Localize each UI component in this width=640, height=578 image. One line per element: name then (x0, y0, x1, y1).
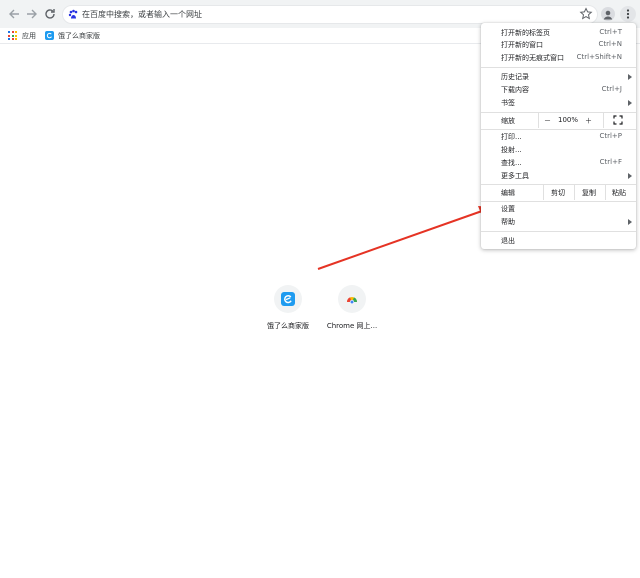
menu-separator (481, 201, 636, 202)
copy-button[interactable]: 复制 (582, 188, 596, 198)
omnibox-input[interactable] (82, 6, 562, 23)
reload-button[interactable] (41, 5, 59, 23)
apps-grid-icon (8, 31, 17, 40)
menu-item-find[interactable]: 查找... Ctrl+F (481, 157, 636, 169)
zoom-level: 100% (558, 116, 579, 124)
baidu-paw-icon (68, 9, 78, 19)
star-icon[interactable] (579, 7, 593, 21)
omnibox[interactable] (62, 5, 598, 24)
paste-button[interactable]: 粘贴 (612, 188, 626, 198)
apps-label: 应用 (22, 31, 36, 40)
menu-zoom-row: 缩放 － 100% ＋ (481, 112, 636, 128)
zoom-out-button[interactable]: － (544, 116, 551, 126)
apps-shortcut[interactable]: 应用 (8, 28, 36, 43)
shortcut-chrome-web-store[interactable]: Chrome 网上... (312, 285, 392, 331)
person-icon (603, 10, 613, 20)
eleme-icon (45, 31, 54, 40)
menu-item-new-tab[interactable]: 打开新的标签页 Ctrl+T (481, 27, 636, 39)
arrow-left-icon (9, 9, 19, 19)
submenu-arrow-icon (628, 100, 632, 106)
menu-item-history[interactable]: 历史记录 (481, 71, 636, 83)
zoom-in-button[interactable]: ＋ (585, 116, 592, 126)
forward-button[interactable] (23, 5, 41, 23)
menu-item-settings[interactable]: 设置 (481, 203, 636, 215)
menu-item-cast[interactable]: 投射... (481, 144, 636, 156)
menu-item-print[interactable]: 打印... Ctrl+P (481, 131, 636, 143)
shortcut-tile (338, 285, 366, 313)
eleme-icon (281, 292, 295, 306)
menu-item-more-tools[interactable]: 更多工具 (481, 170, 636, 182)
menu-separator (481, 231, 636, 232)
menu-separator (481, 184, 636, 185)
menu-edit-row: 编辑 剪切 复制 粘贴 (481, 184, 636, 200)
menu-item-new-incognito-window[interactable]: 打开新的无痕式窗口 Ctrl+Shift+N (481, 52, 636, 64)
submenu-arrow-icon (628, 219, 632, 225)
chrome-menu-button[interactable] (620, 6, 636, 22)
menu-item-downloads[interactable]: 下载内容 Ctrl+J (481, 84, 636, 96)
three-dots-vertical-icon (626, 9, 630, 19)
menu-item-bookmarks[interactable]: 书签 (481, 97, 636, 109)
submenu-arrow-icon (628, 173, 632, 179)
menu-separator (481, 129, 636, 130)
fullscreen-icon[interactable] (613, 115, 623, 125)
shortcut-label: Chrome 网上... (326, 322, 378, 330)
menu-item-help[interactable]: 帮助 (481, 216, 636, 228)
bookmark-eleme[interactable]: 饿了么商家版 (45, 28, 100, 43)
bookmark-label: 饿了么商家版 (58, 31, 100, 40)
profile-button[interactable] (601, 7, 615, 21)
chrome-web-store-icon (346, 297, 358, 305)
menu-item-new-window[interactable]: 打开新的窗口 Ctrl+N (481, 39, 636, 51)
menu-separator (481, 67, 636, 68)
menu-item-exit[interactable]: 退出 (481, 235, 636, 247)
submenu-arrow-icon (628, 74, 632, 80)
menu-separator (481, 112, 636, 113)
chrome-main-menu: 打开新的标签页 Ctrl+T 打开新的窗口 Ctrl+N 打开新的无痕式窗口 C… (481, 23, 636, 249)
cut-button[interactable]: 剪切 (551, 188, 565, 198)
reload-icon (45, 9, 55, 19)
shortcut-tile (274, 285, 302, 313)
back-button[interactable] (5, 5, 23, 23)
arrow-right-icon (27, 9, 37, 19)
